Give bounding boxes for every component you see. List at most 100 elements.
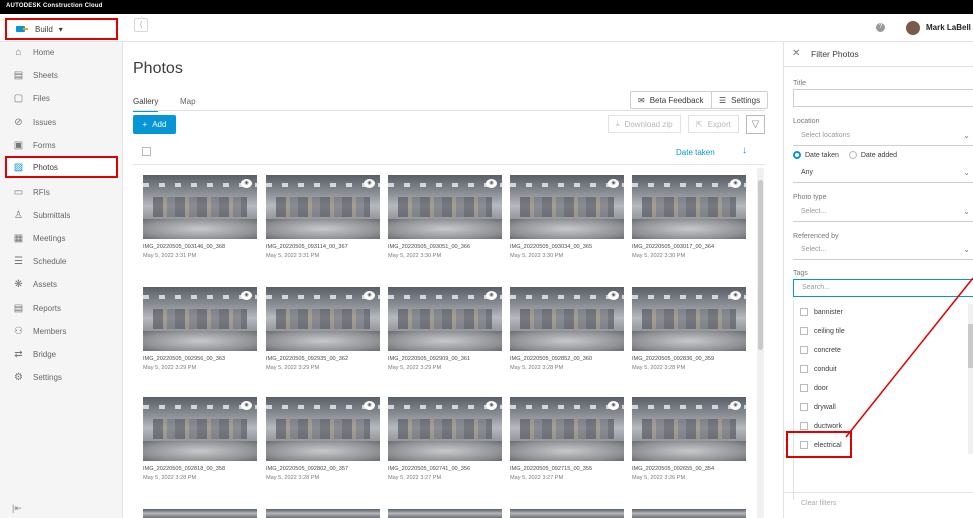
tags-search-input[interactable]: Search...: [793, 279, 973, 297]
photo-thumbnail[interactable]: ◉: [632, 287, 746, 351]
photo-card[interactable]: ◉ IMG_20220505_092818_00_358 May 5, 2022 3…: [143, 397, 257, 481]
photo-thumbnail[interactable]: ◉: [143, 287, 257, 351]
photo-thumbnail[interactable]: ◉: [510, 397, 624, 461]
photo-card[interactable]: ◉ IMG_20220505_093051_00_366 May 5, 2022 3…: [388, 175, 502, 259]
tag-option[interactable]: ceiling tile: [800, 327, 845, 335]
sidebar-item-photos[interactable]: ▨ Photos: [5, 156, 118, 178]
sidebar-item-home[interactable]: ⌂ Home: [0, 42, 123, 62]
photo-card[interactable]: ◉ IMG_20220505_093017_00_364 May 5, 2022 3…: [632, 175, 746, 259]
radio-date-added[interactable]: [848, 151, 857, 159]
sidebar-item-sheets[interactable]: ▤ Sheets: [0, 65, 123, 85]
photo-thumbnail[interactable]: [143, 509, 257, 518]
clear-filters-button[interactable]: Clear filters: [801, 500, 836, 507]
photo-card[interactable]: ◉ IMG_20220505_093146_00_368 May 5, 2022 3…: [143, 175, 257, 259]
tag-option[interactable]: bannister: [800, 308, 843, 316]
photo-thumbnail[interactable]: ◉: [266, 397, 380, 461]
tags-scrollbar-thumb[interactable]: [968, 324, 973, 368]
tag-checkbox[interactable]: [800, 327, 808, 335]
photo-thumbnail[interactable]: ◉: [510, 287, 624, 351]
photo-thumbnail[interactable]: ◉: [143, 397, 257, 461]
referenced-by-select[interactable]: Select... ⌄: [793, 242, 973, 260]
photo-card[interactable]: ◉ IMG_20220505_093114_00_367 May 5, 2022 3…: [266, 175, 380, 259]
tag-checkbox[interactable]: [800, 384, 808, 392]
tag-checkbox[interactable]: [800, 422, 808, 430]
photo-card-partial[interactable]: [266, 509, 380, 518]
photo-thumbnail[interactable]: ◉: [388, 287, 502, 351]
select-all-checkbox[interactable]: [142, 147, 151, 156]
photo-card[interactable]: ◉ IMG_20220505_092909_00_361 May 5, 2022 3…: [388, 287, 502, 371]
add-button[interactable]: + Add: [133, 115, 176, 134]
help-icon[interactable]: ?: [876, 23, 885, 32]
photo-thumbnail[interactable]: ◉: [632, 175, 746, 239]
photo-type-select[interactable]: Select... ⌄: [793, 204, 973, 222]
product-switcher-button[interactable]: Build ▾: [5, 18, 118, 40]
photo-thumbnail[interactable]: [388, 509, 502, 518]
photo-thumbnail[interactable]: ◉: [266, 175, 380, 239]
title-input[interactable]: [793, 89, 973, 107]
sidebar-item-forms[interactable]: ▣ Forms: [0, 135, 123, 155]
photo-card-partial[interactable]: [510, 509, 624, 518]
photo-card[interactable]: ◉ IMG_20220505_092802_00_357 May 5, 2022 3…: [266, 397, 380, 481]
photo-card[interactable]: ◉ IMG_20220505_092655_00_354 May 5, 2022 3…: [632, 397, 746, 481]
sort-direction-icon[interactable]: ↓: [742, 145, 747, 156]
tag-option[interactable]: concrete: [800, 346, 841, 354]
photo-card[interactable]: ◉ IMG_20220505_092956_00_363 May 5, 2022 3…: [143, 287, 257, 371]
tag-checkbox[interactable]: [800, 365, 808, 373]
photo-card[interactable]: ◉ IMG_20220505_092715_00_355 May 5, 2022 3…: [510, 397, 624, 481]
photo-card[interactable]: ◉ IMG_20220505_092741_00_356 May 5, 2022 3…: [388, 397, 502, 481]
export-button[interactable]: ⇱ Export: [688, 115, 739, 133]
settings-button[interactable]: ☰ Settings: [711, 91, 769, 109]
tag-option[interactable]: drywall: [800, 403, 836, 411]
close-icon[interactable]: ✕: [792, 48, 800, 59]
photo-card[interactable]: ◉ IMG_20220505_093034_00_365 May 5, 2022 3…: [510, 175, 624, 259]
tag-checkbox[interactable]: [800, 403, 808, 411]
radio-date-taken[interactable]: [793, 151, 801, 159]
location-select[interactable]: Select locations ⌄: [793, 128, 973, 146]
photo-thumbnail[interactable]: ◉: [510, 175, 624, 239]
photo-thumbnail[interactable]: ◉: [143, 175, 257, 239]
sidebar-item-files[interactable]: ▢ Files: [0, 88, 123, 108]
sidebar-item-members[interactable]: ⚇ Members: [0, 321, 123, 341]
sidebar-item-settings[interactable]: ⚙ Settings: [0, 367, 123, 387]
photo-thumbnail[interactable]: [632, 509, 746, 518]
sidebar-item-bridge[interactable]: ⇄ Bridge: [0, 344, 123, 364]
sort-dropdown[interactable]: Date taken: [676, 148, 715, 157]
download-zip-button[interactable]: ⤓ Download zip: [608, 115, 681, 133]
tab-map[interactable]: Map: [180, 97, 196, 106]
tag-option[interactable]: conduit: [800, 365, 837, 373]
photo-card-partial[interactable]: [388, 509, 502, 518]
user-name[interactable]: Mark LaBell: [926, 23, 971, 32]
sidebar-item-rfis[interactable]: ▭ RFIs: [0, 182, 123, 202]
sidebar-item-meetings[interactable]: ▦ Meetings: [0, 228, 123, 248]
sidebar-item-issues[interactable]: ⊘ Issues: [0, 112, 123, 132]
thumbnail-racks: [153, 419, 247, 439]
sidebar-toggle-icon[interactable]: ⟨: [134, 18, 148, 32]
tag-checkbox[interactable]: [800, 308, 808, 316]
photo-thumbnail[interactable]: ◉: [388, 175, 502, 239]
tag-checkbox[interactable]: [800, 346, 808, 354]
avatar[interactable]: [906, 21, 920, 35]
sidebar-item-submittals[interactable]: ♙ Submittals: [0, 205, 123, 225]
filter-icon[interactable]: ▽: [746, 115, 765, 134]
gallery-scrollbar[interactable]: [757, 168, 764, 518]
sidebar-item-assets[interactable]: ❋ Assets: [0, 274, 123, 294]
sidebar-item-schedule[interactable]: ☰ Schedule: [0, 251, 123, 271]
sidebar-item-reports[interactable]: ▤ Reports: [0, 298, 123, 318]
tags-scrollbar[interactable]: [968, 304, 973, 454]
photo-card[interactable]: ◉ IMG_20220505_092935_00_362 May 5, 2022 3…: [266, 287, 380, 371]
tag-option[interactable]: ductwork: [800, 422, 842, 430]
photo-card-partial[interactable]: [632, 509, 746, 518]
photo-thumbnail[interactable]: [510, 509, 624, 518]
photo-card[interactable]: ◉ IMG_20220505_092836_00_359 May 5, 2022 3…: [632, 287, 746, 371]
photo-card[interactable]: ◉ IMG_20220505_092852_00_360 May 5, 2022 3…: [510, 287, 624, 371]
beta-feedback-button[interactable]: ✉ Beta Feedback: [630, 91, 712, 109]
collapse-sidebar-icon[interactable]: |⇤: [12, 503, 22, 514]
scrollbar-thumb[interactable]: [758, 180, 763, 350]
tag-option[interactable]: door: [800, 384, 828, 392]
photo-thumbnail[interactable]: ◉: [266, 287, 380, 351]
photo-thumbnail[interactable]: [266, 509, 380, 518]
date-range-select[interactable]: Any ⌄: [793, 165, 973, 183]
photo-card-partial[interactable]: [143, 509, 257, 518]
photo-thumbnail[interactable]: ◉: [388, 397, 502, 461]
photo-thumbnail[interactable]: ◉: [632, 397, 746, 461]
